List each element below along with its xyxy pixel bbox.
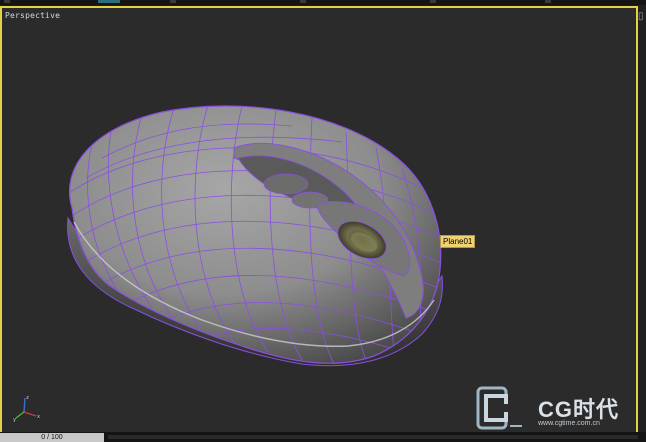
toolbar-tick xyxy=(430,0,436,3)
toolbar-tick xyxy=(4,0,10,3)
thumb-button xyxy=(263,173,309,195)
axis-gizmo-icon: x z y xyxy=(13,395,40,422)
toolbar-tick xyxy=(300,0,306,3)
corner-glyph-icon[interactable]: ▯ xyxy=(638,11,646,23)
watermark: CG时代 www.cgtime.com.cn xyxy=(472,386,632,432)
mouse-3d-model[interactable] xyxy=(2,8,636,432)
axis-y-label: y xyxy=(13,417,16,422)
right-side-panel-edge: ▯ xyxy=(638,5,646,437)
frame-counter[interactable]: 0 / 100 xyxy=(0,433,104,442)
top-toolbar-strip xyxy=(0,0,646,5)
axis-z-label: z xyxy=(26,395,29,401)
toolbar-tick xyxy=(545,0,551,3)
axis-x-label: x xyxy=(37,414,40,420)
perspective-viewport[interactable]: Perspective Plane01 x z y CG时代 www.cgtim… xyxy=(0,6,638,434)
toolbar-tick xyxy=(170,0,176,3)
watermark-url: www.cgtime.com.cn xyxy=(538,420,600,427)
time-slider-track[interactable] xyxy=(108,435,638,439)
cg-logo-icon xyxy=(476,386,522,430)
object-name-tag[interactable]: Plane01 xyxy=(440,235,476,248)
timeline-bar: 0 / 100 xyxy=(0,432,646,442)
active-tab-accent[interactable] xyxy=(98,0,120,3)
